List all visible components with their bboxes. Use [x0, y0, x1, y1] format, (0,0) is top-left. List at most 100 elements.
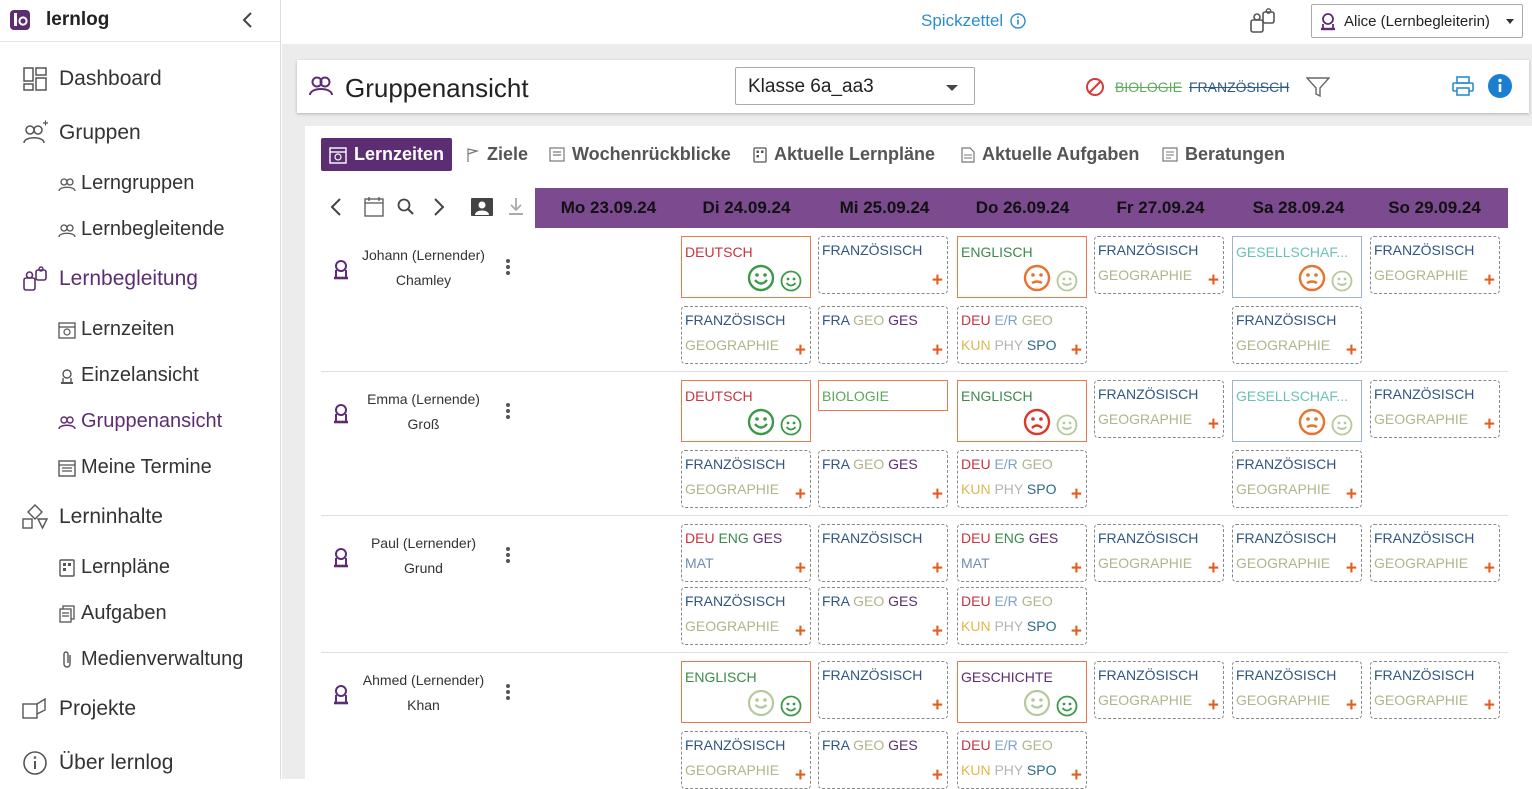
add-icon[interactable]: + [932, 766, 943, 785]
lernzeit-card[interactable]: DEU ENG GES MAT + [957, 524, 1087, 582]
nav-gruppen[interactable]: Gruppen [20, 120, 141, 146]
lernzeit-card[interactable]: DEU E/R GEO KUN PHY SPO + [957, 450, 1087, 508]
add-icon[interactable]: + [1208, 696, 1219, 715]
lernzeit-card[interactable]: FRA GEO GES + [818, 450, 948, 508]
add-icon[interactable]: + [795, 485, 806, 504]
add-icon[interactable]: + [1346, 485, 1357, 504]
add-icon[interactable]: + [1484, 415, 1495, 434]
lernzeit-card[interactable]: FRANZÖSISCH GEOGRAPHIE + [681, 587, 811, 645]
user-select[interactable]: Alice (Lernbegleiterin) [1311, 4, 1523, 38]
lernzeit-card[interactable]: FRA GEO GES + [818, 306, 948, 364]
add-icon[interactable]: + [1071, 622, 1082, 641]
student-name[interactable]: Ahmed (Lernender) Khan [357, 668, 490, 718]
lernzeit-card[interactable]: FRANZÖSISCH GEOGRAPHIE + [1094, 661, 1224, 719]
calendar-picker-icon[interactable] [363, 196, 385, 218]
lernzeit-card[interactable]: FRANZÖSISCH GEOGRAPHIE + [1232, 450, 1362, 508]
lernzeit-card[interactable]: FRA GEO GES + [818, 731, 948, 789]
add-icon[interactable]: + [1071, 485, 1082, 504]
add-icon[interactable]: + [932, 559, 943, 578]
lernzeit-card[interactable]: ENGLISCH [681, 661, 811, 723]
lernzeit-card[interactable]: FRANZÖSISCH GEOGRAPHIE + [1232, 306, 1362, 364]
lernzeit-card[interactable]: DEU E/R GEO KUN PHY SPO + [957, 306, 1087, 364]
add-icon[interactable]: + [1071, 766, 1082, 785]
add-icon[interactable]: + [795, 559, 806, 578]
student-name[interactable]: Emma (Lernende) Groß [357, 387, 490, 437]
add-icon[interactable]: + [932, 341, 943, 360]
lernzeit-card[interactable]: FRANZÖSISCH + [818, 661, 948, 719]
student-name[interactable]: Johann (Lernender) Chamley [357, 243, 490, 293]
lernzeit-card[interactable]: FRANZÖSISCH GEOGRAPHIE + [1370, 380, 1500, 438]
add-icon[interactable]: + [795, 341, 806, 360]
nav-lerngruppen[interactable]: Lerngruppen [56, 172, 194, 195]
more-menu-icon[interactable] [505, 402, 511, 420]
spickzettel-link[interactable]: Spickzettel [921, 11, 1026, 31]
nav-dashboard[interactable]: Dashboard [20, 66, 162, 92]
lernzeit-card[interactable]: GESELLSCHAF... [1232, 236, 1362, 298]
lernzeit-card[interactable]: FRANZÖSISCH GEOGRAPHIE + [1370, 236, 1500, 294]
download-icon[interactable] [507, 196, 525, 218]
prev-week-icon[interactable] [328, 196, 344, 218]
lernzeit-card[interactable]: BIOLOGIE [818, 380, 948, 411]
nav-medien[interactable]: Medienverwaltung [56, 648, 243, 671]
lernzeit-card[interactable]: DEU E/R GEO KUN PHY SPO + [957, 587, 1087, 645]
nav-lernbegleitung[interactable]: Lernbegleitung [20, 266, 198, 292]
lernzeit-card[interactable]: GESELLSCHAF... [1232, 380, 1362, 442]
add-icon[interactable]: + [932, 271, 943, 290]
student-name[interactable]: Paul (Lernender) Grund [357, 531, 490, 581]
nav-termine[interactable]: Meine Termine [56, 456, 212, 479]
add-icon[interactable]: + [1484, 696, 1495, 715]
add-icon[interactable]: + [932, 622, 943, 641]
add-icon[interactable]: + [1346, 559, 1357, 578]
info-icon[interactable] [1488, 74, 1512, 98]
nav-projekte[interactable]: Projekte [20, 696, 136, 722]
nav-lernzeiten[interactable]: Lernzeiten [56, 318, 174, 341]
tab-lernzeiten[interactable]: Lernzeiten [321, 138, 453, 171]
lernzeit-card[interactable]: FRANZÖSISCH + [818, 236, 948, 294]
lernzeit-card[interactable]: FRANZÖSISCH GEOGRAPHIE + [1094, 380, 1224, 438]
add-icon[interactable]: + [1208, 271, 1219, 290]
add-icon[interactable]: + [1484, 559, 1495, 578]
tab-aufgaben[interactable]: Aktuelle Aufgaben [961, 138, 1139, 171]
tab-lernplaene[interactable]: Aktuelle Lernpläne [753, 138, 935, 171]
nav-einzelansicht[interactable]: Einzelansicht [56, 364, 199, 387]
add-icon[interactable]: + [1071, 559, 1082, 578]
lernzeit-card[interactable]: FRANZÖSISCH GEOGRAPHIE + [681, 731, 811, 789]
lernzeit-card[interactable]: DEUTSCH [681, 380, 811, 442]
add-icon[interactable]: + [932, 696, 943, 715]
lernzeit-card[interactable]: FRANZÖSISCH GEOGRAPHIE + [1232, 661, 1362, 719]
lernzeit-card[interactable]: DEU E/R GEO KUN PHY SPO + [957, 731, 1087, 789]
lernzeit-card[interactable]: FRANZÖSISCH GEOGRAPHIE + [681, 306, 811, 364]
more-menu-icon[interactable] [505, 683, 511, 701]
nav-lerninhalte[interactable]: Lerninhalte [20, 504, 163, 530]
lernzeit-card[interactable]: DEU ENG GES MAT + [681, 524, 811, 582]
class-select[interactable]: Klasse 6a_aa3 [735, 67, 975, 105]
person-card-icon[interactable] [470, 196, 494, 218]
lernzeit-card[interactable]: FRANZÖSISCH GEOGRAPHIE + [1232, 524, 1362, 582]
lernzeit-card[interactable]: FRANZÖSISCH GEOGRAPHIE + [1370, 524, 1500, 582]
ban-icon[interactable] [1085, 77, 1105, 97]
add-icon[interactable]: + [1208, 415, 1219, 434]
lernzeit-card[interactable]: GESCHICHTE [957, 661, 1087, 723]
nav-ueber[interactable]: Über lernlog [20, 750, 173, 776]
add-icon[interactable]: + [1208, 559, 1219, 578]
add-icon[interactable]: + [1346, 341, 1357, 360]
more-menu-icon[interactable] [505, 258, 511, 276]
lernzeit-card[interactable]: FRANZÖSISCH GEOGRAPHIE + [1370, 661, 1500, 719]
nav-aufgaben[interactable]: Aufgaben [56, 602, 167, 625]
add-icon[interactable]: + [932, 485, 943, 504]
search-icon[interactable] [396, 196, 416, 218]
collapse-sidebar-icon[interactable] [240, 10, 256, 30]
lernzeit-card[interactable]: FRANZÖSISCH GEOGRAPHIE + [681, 450, 811, 508]
add-icon[interactable]: + [795, 766, 806, 785]
add-icon[interactable]: + [1071, 341, 1082, 360]
lernzeit-card[interactable]: ENGLISCH [957, 236, 1087, 298]
tab-wochenrueckblicke[interactable]: Wochenrückblicke [549, 138, 731, 171]
print-icon[interactable] [1452, 76, 1474, 96]
next-week-icon[interactable] [431, 196, 447, 218]
nav-lernbegleitende[interactable]: Lernbegleitende [56, 218, 224, 241]
lernzeit-card[interactable]: DEUTSCH [681, 236, 811, 298]
lernzeit-card[interactable]: FRANZÖSISCH + [818, 524, 948, 582]
lernzeit-card[interactable]: FRANZÖSISCH GEOGRAPHIE + [1094, 524, 1224, 582]
lernzeit-card[interactable]: FRA GEO GES + [818, 587, 948, 645]
lernzeit-card[interactable]: ENGLISCH [957, 380, 1087, 442]
